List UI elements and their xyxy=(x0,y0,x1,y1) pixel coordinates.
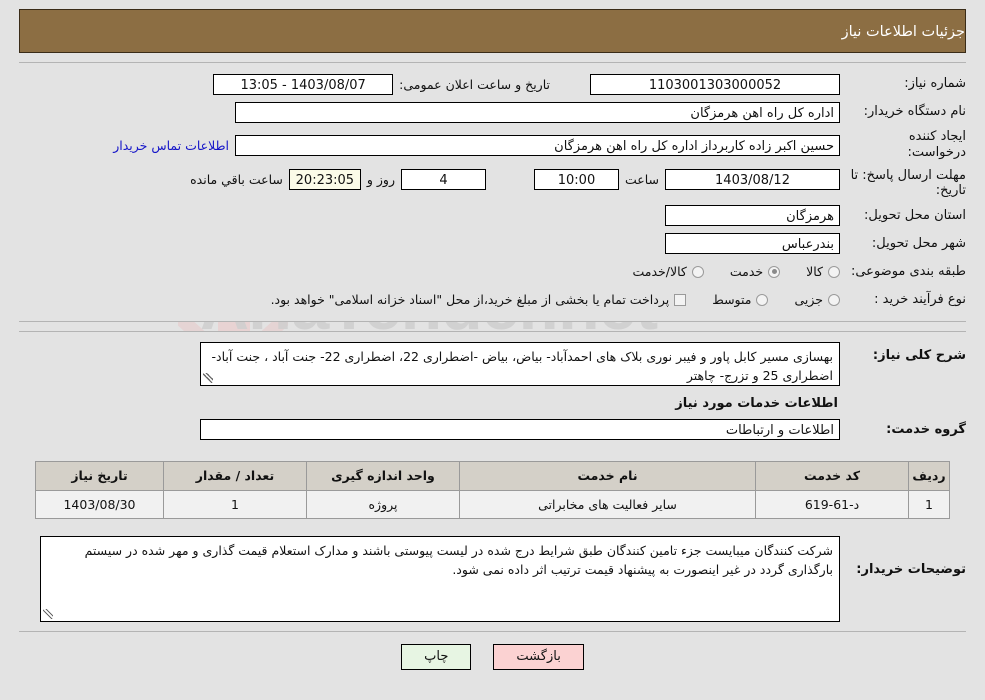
purchase-process-option-minor[interactable]: جزیی xyxy=(794,292,840,307)
treasury-bond-checkbox-item[interactable]: پرداخت تمام یا بخشی از مبلغ خرید،از محل … xyxy=(271,292,687,307)
service-group-field: اطلاعات و ارتباطات xyxy=(200,419,840,441)
page-title: جزئیات اطلاعات نیاز xyxy=(841,24,965,40)
col-name: نام خدمت xyxy=(459,460,756,491)
classification-label: طبقه بندی موضوعی: xyxy=(850,263,966,279)
need-description-label: شرح کلی نیاز: xyxy=(872,347,966,363)
classification-option-service-label: خدمت xyxy=(729,264,764,280)
buyer-contact-link[interactable]: اطلاعات تماس خریدار xyxy=(113,138,235,153)
cell-service-name: سایر فعالیت های مخابراتی xyxy=(459,489,756,519)
need-number-field: 1103001303000052 xyxy=(590,73,840,95)
table-header-row: ردیف کد خدمت نام خدمت واحد اندازه گیری ت… xyxy=(35,460,950,491)
buyer-org-label: نام دستگاه خریدار: xyxy=(863,103,966,119)
services-section-title: اطلاعات خدمات مورد نیاز xyxy=(675,395,838,411)
remaining-days-label: روز و xyxy=(366,171,395,187)
province-field: هرمزگان xyxy=(665,205,840,227)
row-classification: طبقه بندی موضوعی: کالا خدمت کالا/خدمت xyxy=(19,261,966,283)
need-description-textarea[interactable]: بهسازی مسیر کابل پاور و فیبر نوری بلاک ه… xyxy=(200,341,840,386)
row-buyer-org: نام دستگاه خریدار: اداره کل راه اهن هرمز… xyxy=(19,101,966,123)
province-label: استان محل تحویل: xyxy=(864,207,966,223)
radio-icon[interactable] xyxy=(691,265,704,278)
deadline-date-field: 1403/08/12 xyxy=(665,168,840,190)
classification-radio-group: کالا خدمت کالا/خدمت xyxy=(606,264,840,279)
countdown-field: 20:23:05 xyxy=(288,168,361,190)
cell-unit: پروژه xyxy=(306,489,460,519)
classification-option-service[interactable]: خدمت xyxy=(729,264,781,280)
row-buyer-notes: توضیحات خریدار: شرکت کنندگان میبایست جزء… xyxy=(19,535,966,622)
classification-option-goods-label: کالا xyxy=(806,264,823,280)
cell-service-code: د-61-619 xyxy=(755,489,909,519)
row-purchase-process: نوع فرآیند خرید : جزیی متوسط پرداخت تمام… xyxy=(19,289,966,311)
requester-field: حسین اکبر زاده کاربرداز اداره کل راه اهن… xyxy=(235,134,840,156)
requester-label: ایجاد کننده درخواست: xyxy=(907,129,966,161)
classification-option-goods-service-label: کالا/خدمت xyxy=(632,264,687,280)
row-city: شهر محل تحویل: بندرعباس xyxy=(19,233,966,255)
back-button[interactable]: بازگشت xyxy=(493,643,584,670)
city-field: بندرعباس xyxy=(665,233,840,255)
purchase-process-label: نوع فرآیند خرید : xyxy=(874,291,966,307)
countdown-label: ساعت باقي مانده xyxy=(190,171,283,187)
purchase-process-option-medium-label: متوسط xyxy=(712,292,752,308)
deadline-hour-label: ساعت xyxy=(624,171,659,187)
row-deadline: مهلت ارسال پاسخ: تا تاریخ: 1403/08/12 سا… xyxy=(19,168,966,199)
announce-datetime-field: 13:05 - 1403/08/07 xyxy=(213,73,394,95)
deadline-label: مهلت ارسال پاسخ: تا تاریخ: xyxy=(850,167,966,199)
need-info-panel: شماره نیاز: 1103001303000052 تاریخ و ساع… xyxy=(19,62,966,322)
footer-button-bar: بازگشت چاپ xyxy=(0,643,985,670)
radio-icon[interactable] xyxy=(828,265,840,278)
services-table: ردیف کد خدمت نام خدمت واحد اندازه گیری ت… xyxy=(35,460,950,519)
need-number-label: شماره نیاز: xyxy=(904,75,966,91)
cell-quantity: 1 xyxy=(163,489,307,519)
cell-row: 1 xyxy=(908,489,950,519)
row-service-group: گروه خدمت: اطلاعات و ارتباطات xyxy=(19,419,966,441)
buyer-org-field: اداره کل راه اهن هرمزگان xyxy=(235,101,840,123)
buyer-notes-label: توضیحات خریدار: xyxy=(856,561,966,577)
purchase-process-option-minor-label: جزیی xyxy=(794,292,823,308)
remaining-days-field: 4 xyxy=(400,168,486,190)
classification-option-goods-service[interactable]: کالا/خدمت xyxy=(632,264,704,280)
deadline-time-field: 10:00 xyxy=(533,168,619,190)
col-unit: واحد اندازه گیری xyxy=(306,460,460,491)
city-label: شهر محل تحویل: xyxy=(871,235,966,251)
print-button[interactable]: چاپ xyxy=(401,643,472,670)
table-row: 1 د-61-619 سایر فعالیت های مخابراتی پروژ… xyxy=(35,489,950,519)
col-quantity: تعداد / مقدار xyxy=(163,460,307,491)
treasury-bond-note: پرداخت تمام یا بخشی از مبلغ خرید،از محل … xyxy=(270,292,670,308)
radio-icon-selected[interactable] xyxy=(768,265,781,278)
checkbox-icon[interactable] xyxy=(674,293,687,306)
need-description-panel: شرح کلی نیاز: بهسازی مسیر کابل پاور و فی… xyxy=(19,330,966,455)
services-table-wrap: ردیف کد خدمت نام خدمت واحد اندازه گیری ت… xyxy=(19,455,966,519)
row-requester: ایجاد کننده درخواست: حسین اکبر زاده کارب… xyxy=(19,129,966,162)
col-row: ردیف xyxy=(908,460,950,491)
classification-option-goods[interactable]: کالا xyxy=(806,264,840,279)
row-province: استان محل تحویل: هرمزگان xyxy=(19,205,966,227)
row-need-description: شرح کلی نیاز: بهسازی مسیر کابل پاور و فی… xyxy=(19,341,966,386)
service-group-label: گروه خدمت: xyxy=(886,421,966,437)
radio-icon[interactable] xyxy=(828,293,840,306)
window-titlebar: جزئیات اطلاعات نیاز xyxy=(19,9,966,53)
cell-need-date: 1403/08/30 xyxy=(35,489,164,519)
purchase-process-radio-group: جزیی متوسط پرداخت تمام یا بخشی از مبلغ خ… xyxy=(271,292,840,307)
row-need-number: شماره نیاز: 1103001303000052 تاریخ و ساع… xyxy=(19,73,966,95)
buyer-notes-textarea[interactable]: شرکت کنندگان میبایست جزء تامین کنندگان ط… xyxy=(40,535,840,622)
radio-icon[interactable] xyxy=(756,293,769,306)
announce-datetime-label: تاریخ و ساعت اعلان عمومی: xyxy=(399,76,550,92)
buyer-notes-panel: توضیحات خریدار: شرکت کنندگان میبایست جزء… xyxy=(19,527,966,632)
col-code: کد خدمت xyxy=(755,460,909,491)
col-date: تاریخ نیاز xyxy=(35,460,164,491)
purchase-process-option-medium[interactable]: متوسط xyxy=(712,292,769,308)
